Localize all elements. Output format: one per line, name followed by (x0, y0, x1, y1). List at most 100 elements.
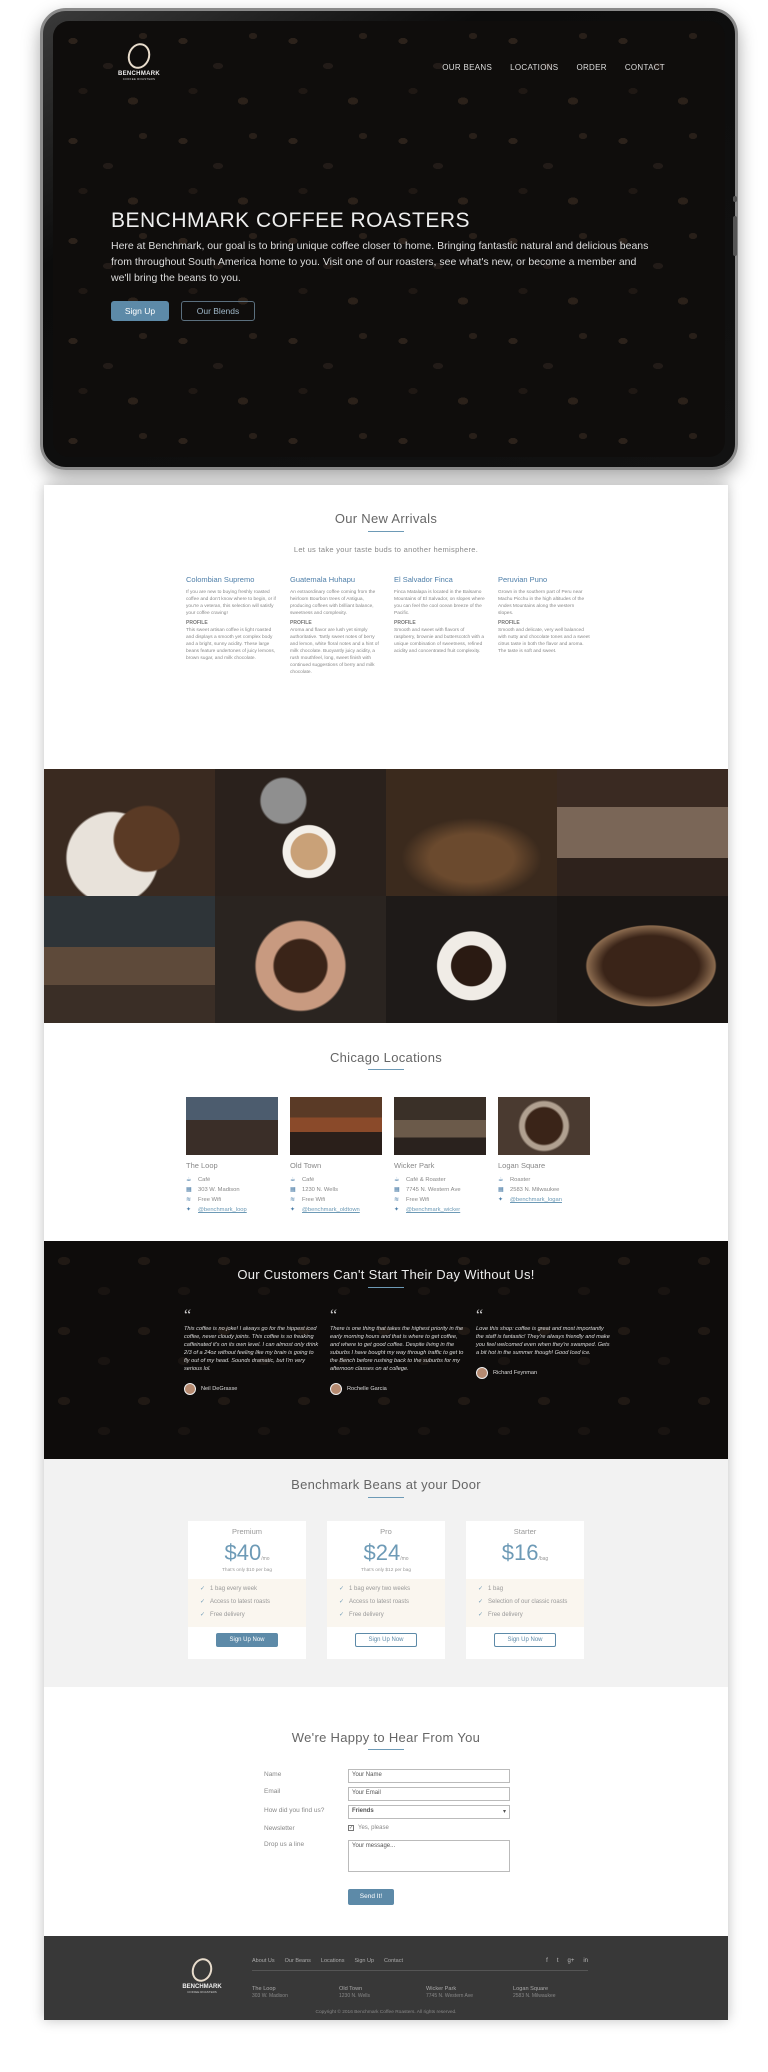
location-wifi-row: ≋ Free Wifi (290, 1195, 382, 1205)
google-plus-icon[interactable]: g+ (567, 1958, 574, 1964)
arrival-desc: Finca Matalapa is located in the Balsamo… (394, 590, 485, 616)
message-label: Drop us a line (264, 1841, 305, 1848)
avatar (330, 1383, 342, 1395)
email-label: Email (264, 1788, 281, 1795)
instagram-icon[interactable]: in (583, 1958, 588, 1964)
wifi-icon: ≋ (290, 1197, 296, 1203)
location-wifi-row: ≋ Free Wifi (186, 1195, 278, 1205)
nav-item-locations[interactable]: LOCATIONS (510, 63, 558, 72)
twitter-icon: ✦ (498, 1197, 504, 1203)
building-icon: ▦ (394, 1187, 400, 1193)
location-twitter-link[interactable]: @benchmark_logan (510, 1195, 562, 1205)
footer-link-beans[interactable]: Our Beans (285, 1958, 311, 1964)
plan-signup-button[interactable]: Sign Up Now (216, 1633, 278, 1647)
pricing-plan-starter: Starter $16/bag 1 bag Selection of our c… (466, 1521, 584, 1659)
footer-links: About Us Our Beans Locations Sign Up Con… (252, 1958, 403, 1964)
location-card: Logan Square ☕ Roaster ▦ 2583 N. Milwaukee… (498, 1097, 590, 1205)
location-photo (498, 1097, 590, 1155)
testimonial-author-row: Neil DeGrasse (184, 1383, 320, 1395)
location-address: 1230 N. Wells (302, 1187, 338, 1193)
plan-signup-button[interactable]: Sign Up Now (494, 1633, 556, 1647)
testimonial-card: “ Love this shop: coffee is great and mo… (476, 1307, 612, 1379)
nav-item-our-beans[interactable]: OUR BEANS (442, 63, 492, 72)
plan-signup-button[interactable]: Sign Up Now (355, 1633, 417, 1647)
location-type-row: ☕ Café & Roaster (394, 1175, 486, 1185)
footer-location-name: Wicker Park (426, 1986, 457, 1992)
gallery-photo-burlap-sack (557, 896, 728, 1023)
footer-location: Wicker Park 7745 N. Western Ave (426, 1986, 496, 1999)
avatar (476, 1367, 488, 1379)
message-textarea[interactable]: Your message... (348, 1840, 510, 1872)
nav-item-contact[interactable]: CONTACT (625, 63, 665, 72)
device-button (733, 216, 737, 256)
brand-logo[interactable]: BENCHMARK COFFEE ROASTERS (117, 40, 161, 81)
location-twitter-link[interactable]: @benchmark_wicker (406, 1205, 460, 1215)
arrival-desc: An extraordinary coffee coming from the … (290, 590, 376, 616)
gallery-photo-hands-beans (215, 896, 386, 1023)
divider (368, 1287, 404, 1288)
location-address-row: ▦ 7745 N. Western Ave (394, 1185, 486, 1195)
arrival-name[interactable]: El Salvador Finca (394, 575, 486, 584)
wifi-icon: ≋ (394, 1197, 400, 1203)
location-twitter-link[interactable]: @benchmark_oldtown (302, 1205, 360, 1215)
footer-location-address: 2583 N. Milwaukee (513, 1993, 556, 1999)
avatar (184, 1383, 196, 1395)
hero-blends-button[interactable]: Our Blends (181, 301, 255, 321)
name-field[interactable]: Your Name (348, 1769, 510, 1783)
plan-unit: /mo (400, 1556, 409, 1562)
location-address: 303 W. Madison (198, 1187, 240, 1193)
plan-feature: 1 bag every two weeks (339, 1583, 433, 1596)
email-field[interactable]: Your Email (348, 1787, 510, 1801)
plan-unit: /mo (261, 1556, 270, 1562)
footer-link-contact[interactable]: Contact (384, 1958, 403, 1964)
profile-label: PROFILE (394, 620, 416, 626)
copyright: Copyright © 2016 Benchmark Coffee Roaste… (315, 2010, 457, 2015)
plan-feature: Free delivery (200, 1609, 294, 1622)
pricing-plan-premium: Premium $40/mo That's only $10 per bag 1… (188, 1521, 306, 1659)
gallery-photo-beans-hands (44, 769, 215, 896)
location-name: The Loop (186, 1161, 218, 1170)
location-address-row: ▦ 303 W. Madison (186, 1185, 278, 1195)
twitter-icon: ✦ (290, 1207, 296, 1213)
gallery-photo-latte-art (215, 769, 386, 896)
location-type-row: ☕ Roaster (498, 1175, 590, 1185)
divider (368, 1069, 404, 1070)
plan-per-bag: That's only $10 per bag (222, 1568, 272, 1573)
location-name: Old Town (290, 1161, 322, 1170)
footer: BENCHMARK COFFEE ROASTERS About Us Our B… (44, 1936, 728, 2020)
footer-link-signup[interactable]: Sign Up (354, 1958, 374, 1964)
locations-title: Chicago Locations (329, 1050, 443, 1065)
testimonial-card: “ There is one thing that takes the high… (330, 1308, 466, 1395)
profile-label: PROFILE (186, 620, 208, 626)
testimonial-author: Rochelle Garcia (347, 1386, 387, 1392)
testimonial-author: Neil DeGrasse (201, 1386, 238, 1392)
testimonials-title: Our Customers Can't Start Their Day With… (237, 1267, 535, 1282)
gallery-photo-espresso-machine (557, 769, 728, 896)
location-card: The Loop ☕ Café ▦ 303 W. Madison ≋ Free Wif… (186, 1097, 278, 1215)
arrival-name[interactable]: Peruvian Puno (498, 575, 590, 584)
plan-price: $40 (224, 1540, 262, 1565)
hero-signup-button[interactable]: Sign Up (111, 301, 169, 321)
twitter-icon[interactable]: t (557, 1958, 559, 1964)
testimonial-author-row: Rochelle Garcia (330, 1383, 466, 1395)
twitter-icon: ✦ (394, 1207, 400, 1213)
send-button[interactable]: Send It! (348, 1889, 394, 1905)
plan-per-bag: That's only $12 per bag (361, 1568, 411, 1573)
location-twitter-link[interactable]: @benchmark_loop (198, 1205, 247, 1215)
footer-link-locations[interactable]: Locations (321, 1958, 345, 1964)
newsletter-checkbox[interactable]: ✓ (348, 1825, 354, 1831)
location-name: Wicker Park (394, 1161, 435, 1170)
footer-logo[interactable]: BENCHMARK COFFEE ROASTERS (180, 1955, 224, 1994)
main-nav: OUR BEANS LOCATIONS ORDER CONTACT (442, 63, 665, 72)
nav-item-order[interactable]: ORDER (576, 63, 606, 72)
device-button (733, 196, 737, 202)
divider (368, 531, 404, 532)
facebook-icon[interactable]: f (546, 1958, 548, 1964)
found-select[interactable]: Friends ▾ (348, 1805, 510, 1819)
footer-link-about[interactable]: About Us (252, 1958, 275, 1964)
location-wifi: Free Wifi (198, 1197, 222, 1203)
arrival-name[interactable]: Guatemala Huhapu (290, 575, 382, 584)
brand-tagline: COFFEE ROASTERS (122, 77, 156, 81)
quote-icon: “ (476, 1307, 484, 1324)
arrival-name[interactable]: Colombian Supremo (186, 575, 278, 584)
